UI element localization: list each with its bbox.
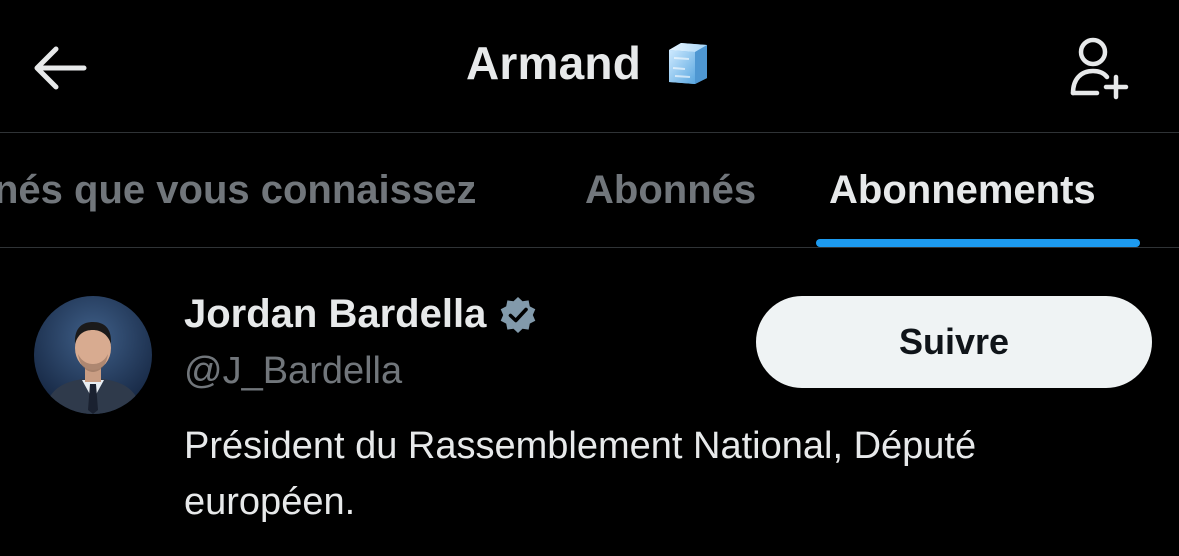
tab-following[interactable]: Abonnements — [829, 133, 1096, 247]
avatar[interactable] — [34, 296, 152, 414]
add-user-button[interactable] — [1062, 30, 1138, 106]
user-bio: Président du Rassemblement National, Dép… — [184, 425, 977, 523]
tab-label: Abonnements — [829, 167, 1096, 212]
ice-cube-icon — [669, 43, 707, 84]
tab-bar: nés que vous connaissez Abonnés Abonneme… — [0, 133, 1179, 247]
user-name[interactable]: Jordan Bardella — [184, 292, 486, 337]
avatar-image — [34, 296, 152, 414]
top-bar: Armand — [0, 0, 1179, 132]
active-tab-indicator — [816, 239, 1140, 247]
tab-label: Abonnés — [585, 167, 757, 212]
user-list-item[interactable]: Jordan Bardella @J_Bardella Président du… — [0, 248, 1179, 556]
page-title: Armand — [465, 37, 641, 89]
header-title-group: Armand — [0, 36, 1179, 90]
verified-badge-icon[interactable] — [498, 295, 538, 335]
tab-label: nés que vous connaissez — [0, 167, 477, 212]
follow-button[interactable]: Suivre — [756, 296, 1152, 388]
user-handle: @J_Bardella — [184, 350, 403, 392]
tab-followers[interactable]: Abonnés — [585, 133, 756, 247]
user-name-line: Jordan Bardella — [184, 292, 538, 337]
add-user-icon — [1070, 37, 1129, 100]
tab-followers-you-know[interactable]: nés que vous connaissez — [0, 133, 476, 247]
